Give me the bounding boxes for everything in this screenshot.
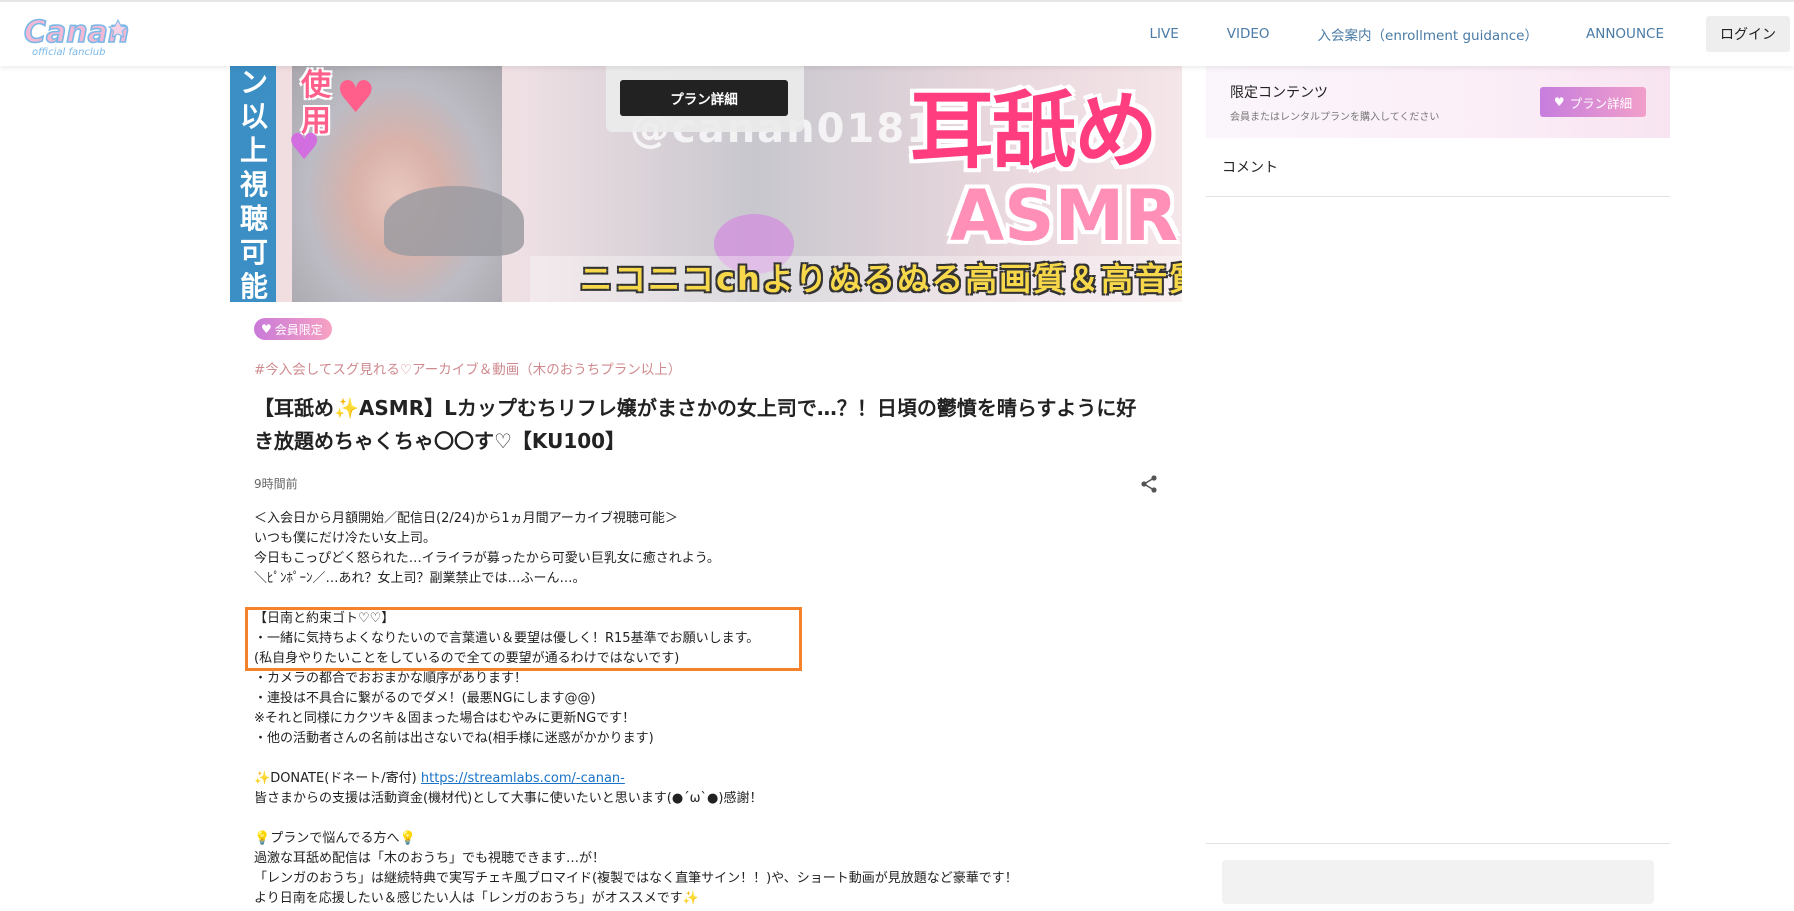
login-button[interactable]: ログイン (1706, 16, 1790, 52)
plan-detail-button[interactable]: プラン詳細 (620, 80, 788, 116)
video-thumbnail: ン以上視聴可能 使用 ♥ ♥ @canan0181 耳舐め ASMR ニコニコc… (230, 66, 1182, 302)
heart-icon: ♥ (261, 322, 272, 336)
post-title-rest: ASMR】Lカップむちリフレ嬢がまさかの女上司で…？！日頃の鬱憤を晴らすように好… (254, 396, 1137, 453)
thumbnail-photo-detail (384, 186, 524, 256)
post-body: ＜入会日から月額開始／配信日(2/24)から1ヵ月間アーカイブ視聴可能＞ いつも… (254, 509, 1154, 909)
heart-icon: ♥ (1553, 95, 1565, 109)
comment-input[interactable] (1222, 860, 1654, 904)
nav-video[interactable]: VIDEO (1227, 26, 1270, 42)
donate-label: DONATE(ドネート/寄付) (270, 771, 421, 786)
body-line: ※それと同様にカクツキ＆固まった場合はむやみに更新NGです！ (254, 711, 636, 726)
thumbnail-side-strip: ン以上視聴可能 (230, 66, 276, 302)
member-only-label: 会員限定 (274, 322, 323, 337)
nav-live[interactable]: LIVE (1149, 26, 1178, 42)
lightbulb-icon: 💡 (254, 831, 271, 846)
body-line: ・連投は不具合に繋がるのでダメ！(最悪NGにします@@) (254, 691, 596, 706)
limited-content-subtitle: 会員またはレンタルプランを購入してください (1230, 112, 1440, 123)
post-title-prefix: 【耳舐め (254, 396, 334, 420)
sidebar-plan-detail-label: プラン詳細 (1569, 95, 1633, 111)
member-only-badge: ♥ 会員限定 (254, 318, 332, 340)
body-line-donate: ✨DONATE(ドネート/寄付) https://streamlabs.com/… (254, 769, 1154, 789)
body-line-plan-heading: 💡プランで悩んでる方へ💡 (254, 829, 1154, 849)
thumbnail-strip-text: ン以上視聴可能 (239, 66, 268, 302)
lightbulb-icon: 💡 (399, 831, 416, 846)
sparkles-icon: ✨ (682, 891, 699, 906)
site-logo[interactable]: Canan official fanclub (22, 10, 136, 60)
body-line: ・カメラの都合でおおまかな順序があります！ (254, 671, 528, 686)
heart-icon: ♥ (336, 72, 376, 123)
sidebar-plan-detail-button[interactable]: ♥ プラン詳細 (1540, 87, 1646, 117)
body-line: いつも僕にだけ冷たい女上司。 (254, 531, 437, 546)
sparkles-icon: ✨ (334, 396, 359, 420)
body-line: 今日もこっぴどく怒られた…イライラが募ったから可愛い巨乳女に癒されよう。 (254, 551, 720, 566)
site-header: Canan official fanclub LIVE VIDEO 入会案内（e… (0, 0, 1794, 66)
divider (1206, 843, 1670, 844)
thumbnail-footer-text: ニコニコchよりぬるぬる高画質＆高音質 (580, 260, 1182, 298)
thumbnail-title: 耳舐め (910, 82, 1158, 180)
post-title: 【耳舐め✨ASMR】Lカップむちリフレ嬢がまさかの女上司で…？！日頃の鬱憤を晴ら… (254, 392, 1154, 458)
nav-announce[interactable]: ANNOUNCE (1586, 26, 1664, 42)
plan-overlay: プラン詳細 (606, 66, 804, 132)
limited-content-title: 限定コンテンツ (1230, 85, 1328, 101)
thumbnail-subtitle: ASMR (950, 175, 1179, 257)
highlight-annotation-box (245, 607, 802, 671)
heart-icon: ♥ (288, 127, 321, 168)
comments-heading: コメント (1222, 160, 1278, 176)
main-nav: LIVE VIDEO 入会案内（enrollment guidance） ANN… (1125, 2, 1794, 66)
body-line-recommend: より日南を応援したい＆感じたい人は「レンガのおうち」がオススメです✨ (254, 889, 1154, 909)
recommend-text: より日南を応援したい＆感じたい人は「レンガのおうち」がオススメです (254, 891, 683, 906)
limited-content-panel: 限定コンテンツ 会員またはレンタルプランを購入してください ♥ プラン詳細 (1206, 66, 1670, 138)
post-tag[interactable]: #今入会してスグ見れる♡アーカイブ＆動画（木のおうちプラン以上） (254, 358, 681, 378)
body-line: ＼ﾋﾟﾝﾎﾟｰﾝ／…あれ？女上司？副業禁止では…ふーん…。 (254, 571, 586, 586)
post-timestamp: 9時間前 (254, 477, 298, 491)
body-line: ・他の活動者さんの名前は出さないでね(相手様に迷惑がかかります) (254, 731, 654, 746)
divider (1206, 196, 1670, 197)
logo-subtitle: official fanclub (32, 47, 105, 58)
share-icon[interactable] (1140, 474, 1158, 494)
plan-heading-text: プランで悩んでる方へ (270, 831, 400, 846)
body-line: 過激な耳舐め配信は「木のおうち」でも視聴できます…が！ (254, 851, 606, 866)
donate-link[interactable]: https://streamlabs.com/-canan- (421, 771, 625, 786)
nav-enrollment-guidance[interactable]: 入会案内（enrollment guidance） (1318, 24, 1538, 44)
body-line: 「レンガのおうち」は継続特典で実写チェキ風ブロマイド(複製ではなく直筆サイン！！… (254, 871, 1018, 886)
body-line: ＜入会日から月額開始／配信日(2/24)から1ヵ月間アーカイブ視聴可能＞ (254, 511, 678, 526)
body-line: 皆さまからの支援は活動資金(機材代)として大事に使いたいと思います(●´ω`●)… (254, 791, 763, 806)
sparkles-icon: ✨ (254, 771, 271, 786)
